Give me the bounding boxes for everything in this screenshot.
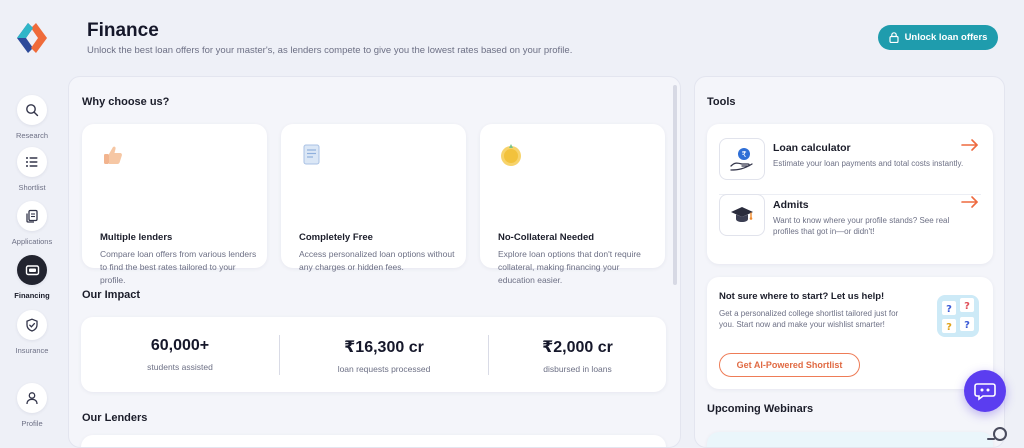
person-icon [17, 383, 47, 413]
tools-title: Tools [707, 96, 736, 108]
money-hand-icon: ₹ [719, 138, 765, 180]
sidebar-item-label: Financing [14, 291, 50, 300]
help-desc: Get a personalized college shortlist tai… [719, 309, 899, 329]
svg-text:?: ? [946, 322, 952, 333]
sidebar: Research Shortlist Applications Financin… [0, 0, 64, 448]
document-icon [303, 144, 320, 165]
sidebar-item-label: Applications [11, 237, 53, 246]
sidebar-item-financing[interactable]: Financing [0, 255, 64, 300]
impact-card: 60,000+ students assisted ₹16,300 cr loa… [81, 317, 666, 392]
help-title: Not sure where to start? Let us help! [719, 291, 885, 302]
right-panel: Tools ₹ Loan calculator Estimate your lo… [694, 76, 1005, 448]
webinar-card [707, 432, 993, 447]
refresh-icon[interactable] [986, 425, 1008, 443]
impact-stat-value: ₹2,000 cr [542, 339, 613, 356]
graduation-cap-icon [719, 194, 765, 236]
impact-stat: 60,000+ students assisted [81, 317, 279, 392]
our-impact-title: Our Impact [82, 289, 141, 301]
tool-desc: Want to know where your profile stands? … [773, 216, 950, 236]
svg-text:₹: ₹ [741, 150, 746, 159]
tool-admits[interactable]: Admits Want to know where your profile s… [707, 194, 993, 264]
sidebar-item-shortlist[interactable]: Shortlist [0, 147, 64, 192]
page-subtitle: Unlock the best loan offers for your mas… [87, 45, 573, 56]
thumbs-up-icon [104, 146, 122, 164]
main-panel: Why choose us? Multiple lenders Compare … [68, 76, 681, 448]
why-card-title: Multiple lenders [100, 232, 173, 243]
impact-stat: ₹2,000 cr disbursed in loans [489, 317, 666, 392]
why-card-completely-free: Completely Free Access personalized loan… [281, 124, 466, 272]
why-card-title: No-Collateral Needed [498, 232, 595, 243]
svg-text:?: ? [964, 320, 970, 331]
impact-stat-label: disbursed in loans [543, 364, 612, 374]
tool-title: Loan calculator [773, 142, 851, 154]
why-card-desc: Compare loan offers from various lenders… [100, 249, 257, 285]
svg-text:?: ? [964, 301, 970, 312]
sidebar-item-label: Insurance [15, 346, 49, 355]
help-card: Not sure where to start? Let us help! Ge… [707, 277, 993, 389]
sidebar-item-label: Profile [21, 419, 43, 428]
impact-stat-value: 60,000+ [150, 337, 210, 354]
impact-stat-label: students assisted [147, 362, 213, 372]
sidebar-item-research[interactable]: Research [0, 95, 64, 140]
chat-assistant-button[interactable] [964, 370, 1006, 412]
why-card-title: Completely Free [299, 232, 373, 243]
shield-icon [17, 310, 47, 340]
sidebar-item-label: Research [15, 131, 49, 140]
lenders-card [81, 435, 666, 447]
unlock-loan-offers-button[interactable]: Unlock loan offers [878, 25, 998, 50]
our-lenders-title: Our Lenders [82, 412, 148, 424]
why-card-desc: Explore loan options that don't require … [498, 249, 641, 285]
tool-desc: Estimate your loan payments and total co… [773, 159, 964, 168]
why-card-multiple-lenders: Multiple lenders Compare loan offers fro… [82, 124, 267, 285]
list-icon [17, 147, 47, 177]
search-icon [17, 95, 47, 125]
coin-icon [501, 144, 521, 166]
question-cards-icon: ? ? ? ? [937, 295, 979, 337]
scrollbar[interactable] [673, 85, 677, 285]
documents-icon [17, 201, 47, 231]
ai-shortlist-button[interactable]: Get AI-Powered Shortlist [719, 353, 860, 377]
why-choose-us-title: Why choose us? [82, 96, 170, 108]
upcoming-webinars-title: Upcoming Webinars [707, 403, 814, 415]
wallet-icon [17, 255, 47, 285]
unlock-loan-offers-label: Unlock loan offers [904, 32, 988, 43]
why-card-desc: Access personalized loan options without… [299, 249, 455, 272]
tools-card: ₹ Loan calculator Estimate your loan pay… [707, 124, 993, 264]
brand-logo-icon[interactable] [14, 20, 50, 56]
arrow-right-icon[interactable] [961, 195, 979, 209]
arrow-right-icon[interactable] [961, 138, 979, 152]
lock-icon [888, 32, 899, 43]
tool-loan-calculator[interactable]: ₹ Loan calculator Estimate your loan pay… [707, 124, 993, 194]
page-title: Finance [87, 20, 159, 41]
impact-stat-label: loan requests processed [337, 364, 431, 374]
impact-stat-value: ₹16,300 cr [344, 339, 424, 356]
impact-stat: ₹16,300 cr loan requests processed [280, 317, 488, 392]
svg-text:?: ? [946, 304, 952, 315]
why-card-no-collateral: No-Collateral Needed Explore loan option… [480, 124, 665, 285]
sidebar-item-label: Shortlist [18, 183, 46, 192]
sidebar-item-applications[interactable]: Applications [0, 201, 64, 246]
sidebar-item-profile[interactable]: Profile [0, 383, 64, 428]
chatbot-icon [974, 383, 996, 401]
tool-title: Admits [773, 199, 809, 211]
sidebar-item-insurance[interactable]: Insurance [0, 310, 64, 355]
